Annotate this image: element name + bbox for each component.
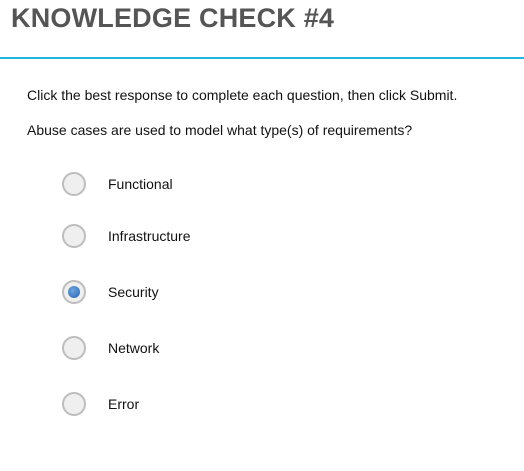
option-label: Security: [108, 284, 159, 300]
option-label: Infrastructure: [108, 228, 191, 244]
header-divider: [0, 57, 524, 59]
radio-button[interactable]: [62, 224, 86, 248]
option-network[interactable]: Network: [62, 335, 159, 361]
instructions: Click the best response to complete each…: [27, 87, 458, 103]
page-title: KNOWLEDGE CHECK #4: [11, 3, 335, 33]
option-infrastructure[interactable]: Infrastructure: [62, 223, 190, 249]
option-label: Functional: [108, 176, 173, 192]
radio-button[interactable]: [62, 172, 86, 196]
question-text: Abuse cases are used to model what type(…: [27, 122, 413, 138]
option-functional[interactable]: Functional: [62, 171, 173, 197]
option-label: Error: [108, 396, 140, 412]
radio-button[interactable]: [62, 392, 86, 416]
radio-selected-dot: [68, 286, 80, 298]
option-error[interactable]: Error: [62, 391, 139, 417]
option-label: Network: [108, 340, 160, 356]
radio-button-selected[interactable]: [62, 280, 86, 304]
option-security[interactable]: Security: [62, 279, 159, 305]
radio-button[interactable]: [62, 336, 86, 360]
